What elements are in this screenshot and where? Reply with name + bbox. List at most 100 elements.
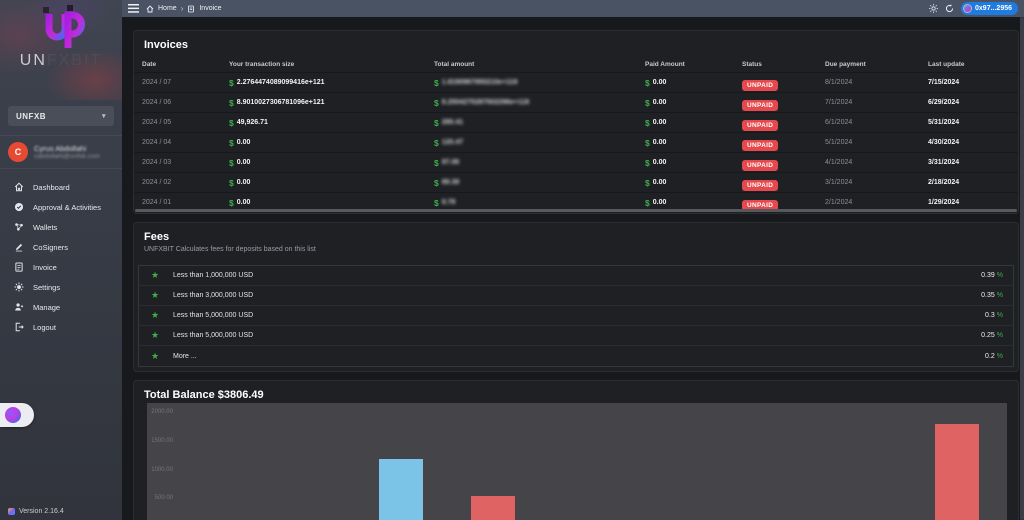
fee-rate-value: 0.35 [981,292,995,299]
sidebar-item-invoice[interactable]: Invoice [0,257,122,277]
total-amount-cell-value: 280.41 [442,119,463,126]
refresh-icon[interactable] [945,4,954,13]
horizontal-scrollbar[interactable] [135,209,1017,212]
dollar-icon: $ [229,158,234,168]
wallet-address-button[interactable]: 0x97...2956 [961,2,1018,15]
wallet-avatar-icon [963,4,972,13]
status-cell: UNPAID [742,94,825,112]
fee-list-item[interactable]: ★Less than 5,000,000 USD0.25% [139,326,1013,346]
fees-subtitle: UNFXBIT Calculates fees for deposits bas… [134,246,1018,253]
horizontal-scrollbar-thumb[interactable] [135,209,1017,212]
wallet-address-label: 0x97...2956 [975,5,1012,12]
sidebar-item-logout[interactable]: Logout [0,317,122,337]
sidebar-item-label: Settings [33,283,60,292]
invoices-table-body: 2024 / 07$2.2764474089099416e+121$1.8190… [134,72,1018,212]
total-amount-cell: $9.78 [434,198,645,208]
brightness-icon[interactable] [929,4,938,13]
logout-icon [14,322,24,332]
dollar-icon: $ [229,78,234,88]
transaction-size-cell-value: 0.00 [237,139,251,146]
y-axis-tick-label: 1000.00 [147,467,173,473]
support-widget-button[interactable] [0,403,34,427]
sidebar-item-label: Wallets [33,223,57,232]
dollar-icon: $ [434,178,439,188]
sidebar-item-approval-activities[interactable]: Approval & Activities [0,197,122,217]
date-cell: 2024 / 05 [142,119,229,126]
total-amount-cell-value: 97.06 [442,159,460,166]
fees-list: ★Less than 1,000,000 USD0.39%★Less than … [138,265,1014,367]
paid-amount-cell: $0.00 [645,198,742,208]
percent-sign: % [997,332,1003,339]
table-row: 2024 / 03$0.00$97.06$0.00UNPAID4/1/20243… [134,152,1018,172]
sidebar-item-settings[interactable]: Settings [0,277,122,297]
total-amount-cell: $280.41 [434,118,645,128]
user-profile[interactable]: C Cyrus Abdollahi cabdollahi@unfxb.com [0,135,122,169]
due-payment-cell: 8/1/2024 [825,79,928,86]
version-row: Version 2.16.4 [8,508,64,515]
status-badge: UNPAID [742,100,778,111]
sidebar-item-cosigners[interactable]: CoSigners [0,237,122,257]
star-icon: ★ [151,291,173,300]
vertical-scrollbar[interactable] [1020,17,1024,520]
last-update-cell: 6/29/2024 [928,99,1018,106]
fee-tier-label: Less than 1,000,000 USD [173,272,253,279]
version-label: Version 2.16.4 [19,508,64,515]
sidebar-item-wallets[interactable]: Wallets [0,217,122,237]
paid-amount-cell-value: 0.00 [653,139,667,146]
paid-amount-cell-value: 0.00 [653,119,667,126]
org-selector-dropdown[interactable]: UNFXB ▾ [8,106,114,126]
transaction-size-cell-value: 0.00 [237,199,251,206]
sidebar-item-dashboard[interactable]: Dashboard [0,177,122,197]
user-email: cabdollahi@unfxb.com [34,153,100,160]
dollar-icon: $ [645,178,650,188]
total-amount-cell-value: 9.78 [442,199,456,206]
column-header: Your transaction size [229,61,434,68]
table-row: 2024 / 07$2.2764474089099416e+121$1.8190… [134,72,1018,92]
table-row: 2024 / 04$0.00$120.47$0.00UNPAID5/1/2024… [134,132,1018,152]
column-header: Due payment [825,61,928,68]
cosigners-icon [14,242,24,252]
status-badge: UNPAID [742,80,778,91]
transaction-size-cell: $0.00 [229,178,434,188]
wallets-icon [14,222,24,232]
due-payment-cell: 4/1/2024 [825,159,928,166]
column-header: Last update [928,61,1018,68]
menu-icon[interactable] [128,4,139,13]
approval-icon [14,202,24,212]
sidebar-item-label: Dashboard [33,183,70,192]
star-icon: ★ [151,271,173,280]
invoices-table-header: DateYour transaction sizeTotal amountPai… [134,57,1018,72]
fee-list-item[interactable]: ★Less than 3,000,000 USD0.35% [139,286,1013,306]
sidebar-item-label: Logout [33,323,56,332]
breadcrumb-home[interactable]: Home [158,5,177,12]
dollar-icon: $ [645,198,650,208]
dollar-icon: $ [229,118,234,128]
main-content: Invoices DateYour transaction sizeTotal … [122,17,1024,520]
breadcrumb-current: Invoice [199,5,221,12]
y-axis-tick-label: 1500.00 [147,438,173,444]
home-icon [146,5,154,13]
due-payment-cell: 7/1/2024 [825,99,928,106]
total-amount-cell: $97.06 [434,158,645,168]
transaction-size-cell-value: 49,926.71 [237,119,268,126]
chart-bar-1 [379,459,423,520]
total-amount-cell: $89.39 [434,178,645,188]
fee-rate-value: 0.25 [981,332,995,339]
total-balance-card: Total Balance $3806.49 2000.001500.00100… [133,380,1019,520]
topbar: Home › Invoice 0x97...2956 [122,0,1024,17]
vertical-scrollbar-thumb[interactable] [1020,17,1024,520]
fee-list-item[interactable]: ★Less than 5,000,000 USD0.3% [139,306,1013,326]
fee-list-item[interactable]: ★More ...0.2% [139,346,1013,366]
sidebar-item-manage[interactable]: Manage [0,297,122,317]
transaction-size-cell: $49,926.71 [229,118,434,128]
status-cell: UNPAID [742,134,825,152]
total-amount-cell-value: 1.8190967950210e+118 [442,79,518,86]
support-icon [5,407,21,423]
fee-list-item[interactable]: ★Less than 1,000,000 USD0.39% [139,266,1013,286]
last-update-cell: 7/15/2024 [928,79,1018,86]
total-amount-cell-value: 8.2504275287502296e+118 [442,99,529,106]
dollar-icon: $ [645,78,650,88]
last-update-cell: 2/18/2024 [928,179,1018,186]
fee-tier-label: Less than 5,000,000 USD [173,312,253,319]
chart-bar-3 [935,424,979,520]
